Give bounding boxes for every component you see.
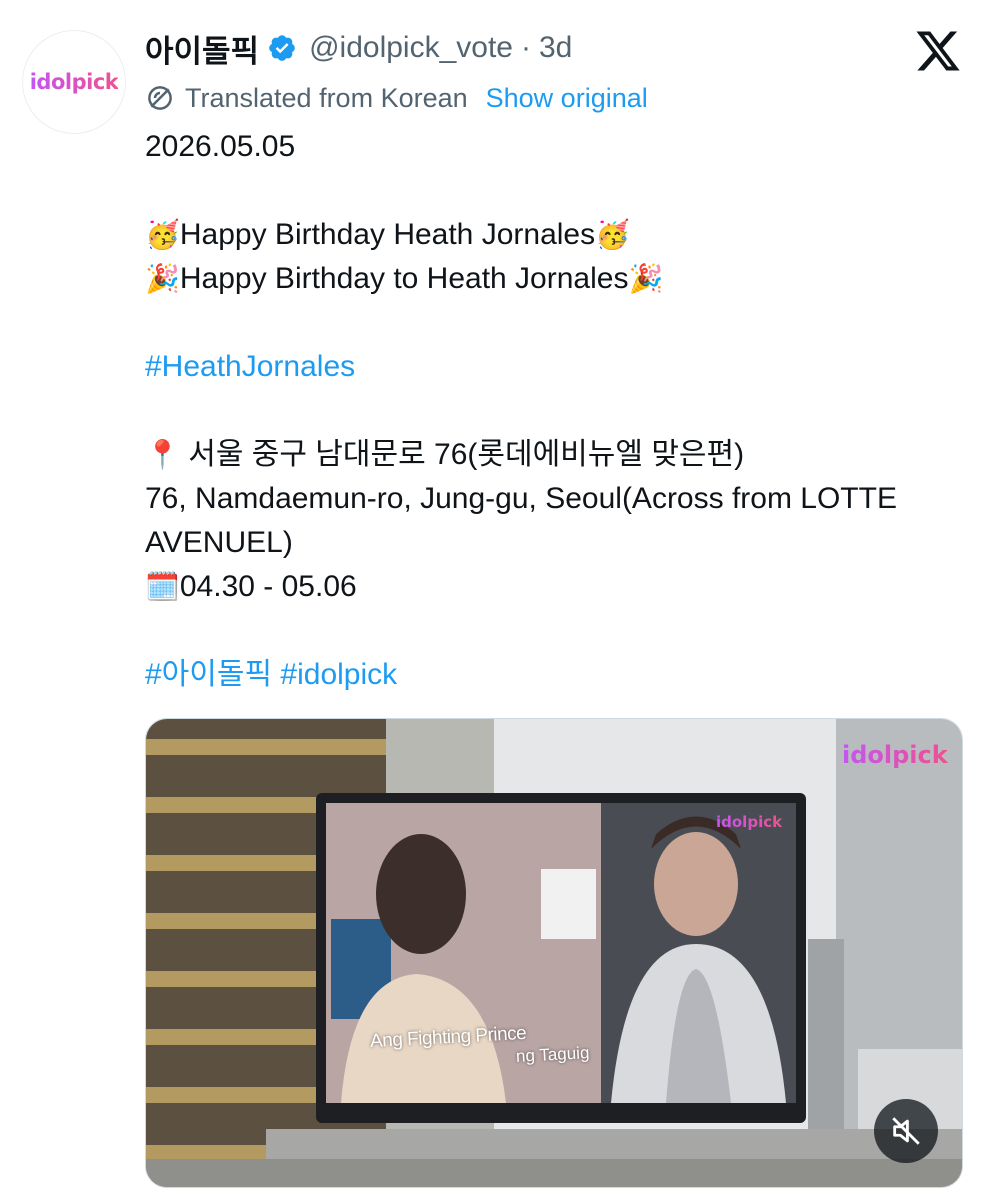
x-logo-icon[interactable]	[914, 27, 962, 75]
author-name[interactable]: 아이돌픽	[145, 26, 259, 71]
hashtags-footer[interactable]: #아이돌픽 #idolpick	[145, 653, 965, 697]
party-face-icon: 🥳	[595, 218, 630, 251]
post-body: 2026.05.05 🥳Happy Birthday Heath Jornale…	[145, 125, 965, 697]
video-frame	[146, 719, 962, 1187]
hashtag-heathjornales[interactable]: #HeathJornales	[145, 345, 965, 389]
video-media[interactable]: Ang Fighting Prince ng Taguig idolpick i…	[145, 718, 963, 1188]
calendar-icon: 🗓️	[145, 570, 180, 603]
dates-line: 🗓️04.30 - 05.06	[145, 565, 965, 609]
party-popper-icon: 🎉	[145, 262, 180, 295]
party-popper-icon: 🎉	[628, 262, 664, 295]
author-handle[interactable]: @idolpick_vote	[309, 31, 513, 65]
verified-badge-icon	[269, 35, 295, 61]
birthday-text-1: Happy Birthday Heath Jornales	[179, 218, 596, 251]
post-time[interactable]: 3d	[539, 31, 572, 65]
mute-toggle-button[interactable]	[874, 1099, 938, 1163]
birthday-line-1: 🥳Happy Birthday Heath Jornales🥳	[145, 213, 965, 257]
address-korean-line: 📍 서울 중구 남대문로 76(롯데에비뉴엘 맞은편)	[145, 433, 965, 477]
party-face-icon: 🥳	[145, 218, 180, 251]
avatar-logo: idolpick	[29, 70, 119, 94]
translation-row: Translated from Korean Show original	[145, 78, 648, 118]
post-header: 아이돌픽 @idolpick_vote · 3d	[145, 26, 572, 70]
translated-label: Translated from Korean	[185, 82, 468, 113]
video-caption-sub: ng Taguig	[515, 1043, 590, 1066]
header-separator: ·	[521, 31, 531, 64]
watermark-screen: idolpick	[716, 813, 783, 831]
rooftop-ledge	[146, 1159, 962, 1187]
avatar[interactable]: idolpick	[22, 30, 126, 134]
birthday-line-2: 🎉Happy Birthday to Heath Jornales🎉	[145, 257, 965, 301]
date-range: 04.30 - 05.06	[179, 570, 357, 603]
pin-icon: 📍	[145, 438, 180, 471]
post-date: 2026.05.05	[145, 130, 296, 163]
birthday-text-2: Happy Birthday to Heath Jornales	[179, 262, 629, 295]
address-english: 76, Namdaemun-ro, Jung-gu, Seoul(Across …	[145, 482, 897, 559]
muted-speaker-icon	[892, 1117, 920, 1145]
show-original-link[interactable]: Show original	[486, 83, 648, 114]
address-korean: 서울 중구 남대문로 76(롯데에비뉴엘 맞은편)	[188, 438, 745, 471]
watermark-corner: idolpick	[842, 741, 948, 769]
translate-icon	[148, 86, 172, 110]
